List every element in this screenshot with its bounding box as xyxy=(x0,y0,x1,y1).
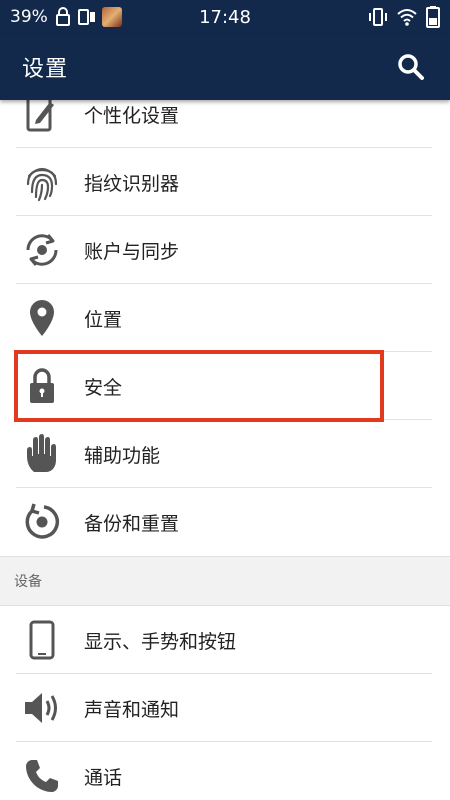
settings-item-label: 通话 xyxy=(84,766,123,789)
settings-item-accounts-sync[interactable]: 账户与同步 xyxy=(0,216,450,284)
settings-item-label: 账户与同步 xyxy=(84,240,180,263)
settings-item-accessibility[interactable]: 辅助功能 xyxy=(0,420,450,488)
hand-icon xyxy=(20,432,64,476)
settings-item-calls[interactable]: 通话 xyxy=(0,742,450,800)
settings-item-backup-reset[interactable]: 备份和重置 xyxy=(0,488,450,556)
speaker-icon xyxy=(20,686,64,730)
search-icon xyxy=(398,54,424,80)
settings-item-label: 个性化设置 xyxy=(84,104,180,127)
section-header-device: 设备 xyxy=(0,556,450,606)
phone-display-icon xyxy=(20,618,64,662)
settings-item-fingerprint[interactable]: 指纹识别器 xyxy=(0,148,450,216)
settings-item-label: 位置 xyxy=(84,308,123,331)
settings-item-label: 辅助功能 xyxy=(84,444,161,467)
location-icon xyxy=(20,296,64,340)
settings-list: 个性化设置 指纹识别器 账户与同步 位置 安全 辅助功能 备份和重置 设备 显示… xyxy=(0,80,450,800)
settings-item-display-gestures-buttons[interactable]: 显示、手势和按钮 xyxy=(0,606,450,674)
settings-item-label: 声音和通知 xyxy=(84,698,180,721)
search-button[interactable] xyxy=(394,50,428,84)
status-time: 17:48 xyxy=(199,6,251,28)
page-title: 设置 xyxy=(22,57,69,82)
status-bar: 39% 17:48 xyxy=(0,0,450,34)
settings-item-label: 备份和重置 xyxy=(84,512,180,535)
app-bar: 设置 xyxy=(0,34,450,100)
settings-item-label: 指纹识别器 xyxy=(84,172,180,195)
settings-item-sound-notifications[interactable]: 声音和通知 xyxy=(0,674,450,742)
fingerprint-icon xyxy=(20,160,64,204)
settings-item-location[interactable]: 位置 xyxy=(0,284,450,352)
lock-icon xyxy=(20,364,64,408)
settings-item-security[interactable]: 安全 xyxy=(0,352,450,420)
settings-item-label: 显示、手势和按钮 xyxy=(84,630,237,653)
phone-call-icon xyxy=(20,754,64,798)
sync-icon xyxy=(20,228,64,272)
backup-icon xyxy=(20,500,64,544)
settings-item-label: 安全 xyxy=(84,376,123,399)
